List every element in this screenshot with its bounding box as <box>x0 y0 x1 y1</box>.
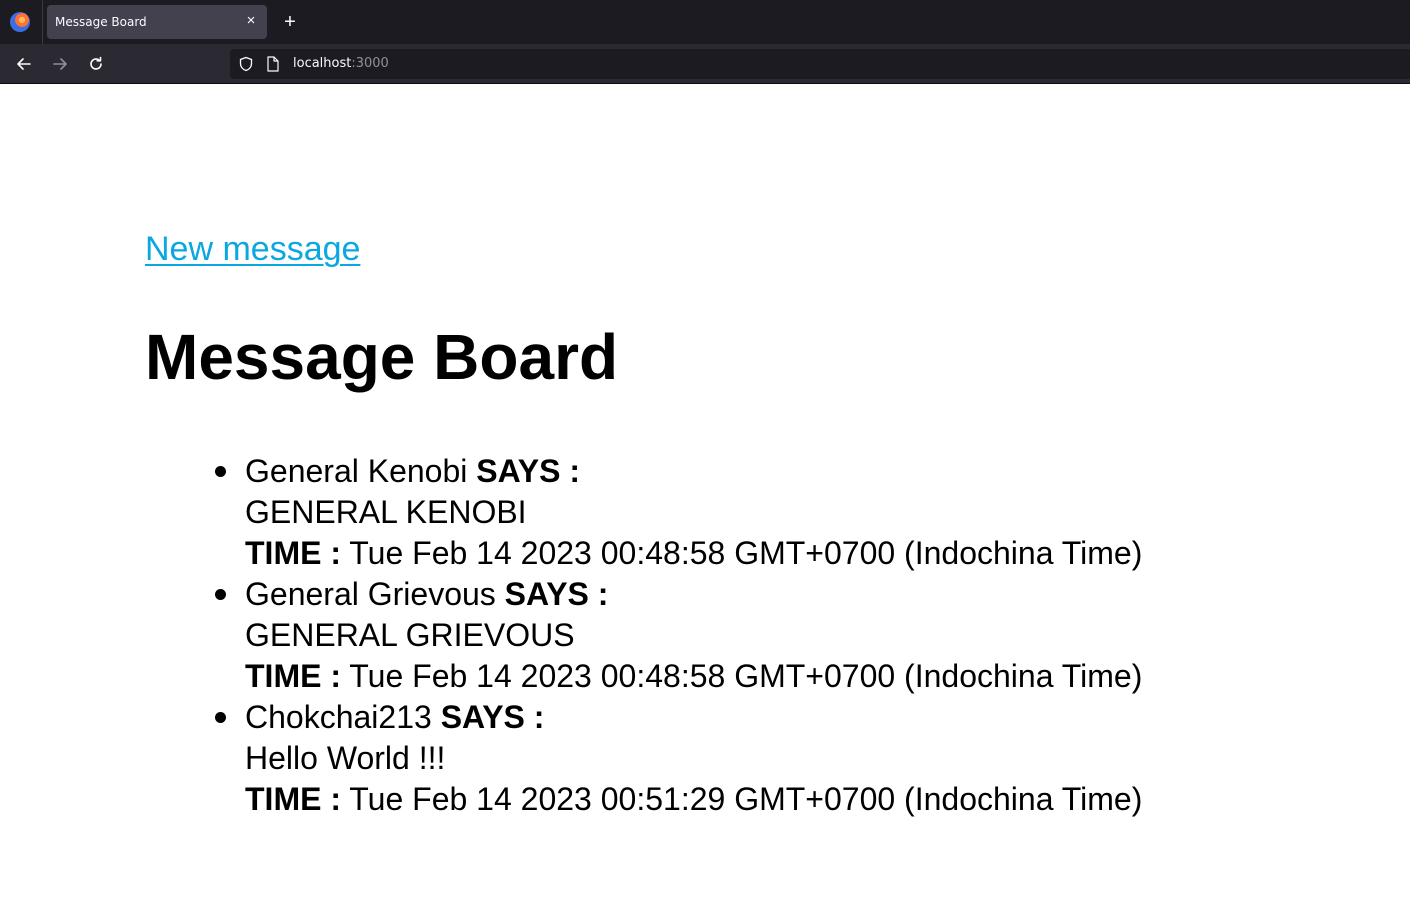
close-icon[interactable]: × <box>243 12 259 30</box>
reload-button[interactable] <box>84 52 108 76</box>
message-text: GENERAL GRIEVOUS <box>245 617 575 653</box>
arrow-right-icon <box>53 58 67 70</box>
browser-tab-bar: Message Board × + <box>0 0 1410 44</box>
message-author: General Grievous <box>245 576 496 612</box>
time-label: TIME : <box>245 535 341 571</box>
message-text: Hello World !!! <box>245 740 446 776</box>
message-time: Tue Feb 14 2023 00:48:58 GMT+0700 (Indoc… <box>349 658 1143 694</box>
new-message-link[interactable]: New message <box>145 230 360 269</box>
tab-separator <box>42 0 43 44</box>
url-host: localhost <box>293 56 352 71</box>
shield-icon[interactable] <box>238 56 254 72</box>
bullet <box>215 466 226 477</box>
list-item: Chokchai213 SAYS : Hello World !!! TIME … <box>215 697 1345 820</box>
list-item: General Kenobi SAYS : GENERAL KENOBI TIM… <box>215 451 1345 574</box>
firefox-logo-icon[interactable] <box>10 12 30 32</box>
new-tab-button[interactable]: + <box>280 11 300 33</box>
message-time-row: TIME : Tue Feb 14 2023 00:51:29 GMT+0700… <box>245 779 1345 820</box>
back-button[interactable] <box>12 52 36 76</box>
page-content: New message Message Board General Kenobi… <box>145 230 1345 820</box>
says-label: SAYS : <box>504 576 609 612</box>
says-label: SAYS : <box>440 699 545 735</box>
message-header: Chokchai213 SAYS : <box>245 697 1345 738</box>
message-time: Tue Feb 14 2023 00:48:58 GMT+0700 (Indoc… <box>349 535 1143 571</box>
says-label: SAYS : <box>476 453 581 489</box>
list-item: General Grievous SAYS : GENERAL GRIEVOUS… <box>215 574 1345 697</box>
message-author: Chokchai213 <box>245 699 432 735</box>
message-header: General Grievous SAYS : <box>245 574 1345 615</box>
message-header: General Kenobi SAYS : <box>245 451 1345 492</box>
page-icon[interactable] <box>266 56 280 72</box>
page-title: Message Board <box>145 321 619 393</box>
message-author: General Kenobi <box>245 453 468 489</box>
arrow-left-icon <box>17 58 31 70</box>
forward-button[interactable] <box>48 52 72 76</box>
message-time-row: TIME : Tue Feb 14 2023 00:48:58 GMT+0700… <box>245 656 1345 697</box>
browser-nav-bar: localhost:3000 <box>0 44 1410 84</box>
message-list: General Kenobi SAYS : GENERAL KENOBI TIM… <box>145 451 1345 820</box>
time-label: TIME : <box>245 781 341 817</box>
message-time-row: TIME : Tue Feb 14 2023 00:48:58 GMT+0700… <box>245 533 1345 574</box>
tab-title: Message Board <box>55 15 147 29</box>
url-text[interactable]: localhost:3000 <box>293 56 389 71</box>
browser-tab[interactable]: Message Board × <box>47 5 267 39</box>
bullet <box>215 589 226 600</box>
message-time: Tue Feb 14 2023 00:51:29 GMT+0700 (Indoc… <box>349 781 1143 817</box>
time-label: TIME : <box>245 658 341 694</box>
url-bar[interactable]: localhost:3000 <box>230 49 1410 79</box>
url-port: :3000 <box>351 56 389 71</box>
message-text: GENERAL KENOBI <box>245 494 527 530</box>
bullet <box>215 712 226 723</box>
reload-icon <box>90 56 102 70</box>
